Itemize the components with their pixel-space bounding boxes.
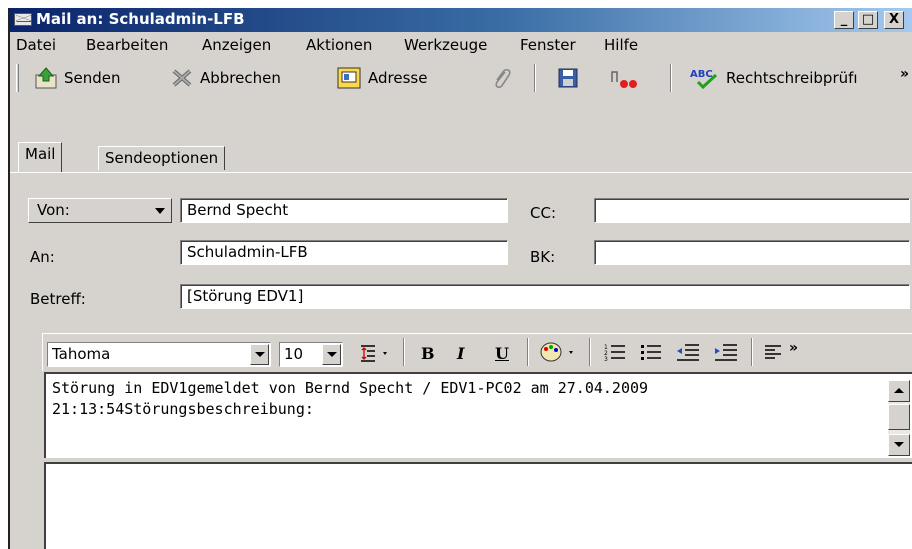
menu-werkzeuge[interactable]: Werkzeuge: [404, 36, 487, 54]
italic-button[interactable]: I: [457, 344, 464, 363]
main-toolbar: Senden Abbrechen Adresse ABC Rechtschrei…: [10, 58, 912, 98]
toolbar-grip[interactable]: [16, 64, 19, 92]
align-left-icon: [765, 345, 781, 359]
bullet-list-button[interactable]: [639, 342, 663, 366]
toolbar-separator: [527, 338, 529, 366]
menu-hilfe[interactable]: Hilfe: [604, 36, 638, 54]
subject-label: Betreff:: [30, 290, 86, 308]
cancel-icon: [172, 69, 192, 87]
toolbar-separator: [534, 64, 536, 92]
chevron-down-icon: [155, 208, 165, 214]
size-select-value: 10: [284, 345, 304, 363]
menu-datei[interactable]: Datei: [16, 36, 56, 54]
to-label: An:: [30, 248, 55, 266]
format-toolbar: Tahoma 10 B I U 1 2 3 »: [42, 333, 912, 371]
outdent-button[interactable]: [675, 342, 701, 366]
send-button[interactable]: Senden: [34, 66, 121, 90]
line-spacing-button[interactable]: [359, 342, 393, 368]
chevron-down-icon[interactable]: [250, 344, 269, 365]
palette-icon: [540, 342, 573, 362]
paperclip-icon: [495, 68, 511, 88]
menu-bar: Datei Bearbeiten Anzeigen Aktionen Werkz…: [10, 34, 912, 56]
toolbar-separator: [403, 338, 405, 366]
scroll-thumb[interactable]: [888, 404, 910, 430]
send-icon: [35, 67, 57, 89]
align-left-button[interactable]: [763, 342, 783, 366]
minimize-button[interactable]: _: [834, 11, 854, 29]
maximize-button[interactable]: □: [858, 11, 878, 29]
tab-sendeoptionen[interactable]: Sendeoptionen: [98, 146, 226, 170]
line-spacing-icon: [361, 345, 387, 362]
svg-text:3: 3: [604, 356, 608, 362]
outdent-icon: [677, 344, 699, 361]
scroll-up-button[interactable]: [888, 380, 910, 402]
chevron-down-icon[interactable]: [322, 344, 341, 365]
close-button[interactable]: X: [884, 11, 904, 29]
underline-button[interactable]: U: [495, 344, 509, 363]
cancel-button[interactable]: Abbrechen: [170, 66, 281, 90]
title-bar[interactable]: Mail an: Schuladmin-LFB _ □ X: [10, 8, 912, 32]
bcc-field[interactable]: [594, 240, 910, 265]
toolbar-separator: [670, 64, 672, 92]
scroll-down-button[interactable]: [888, 434, 910, 456]
check-names-button[interactable]: [606, 66, 640, 90]
numbered-list-button[interactable]: 1 2 3: [603, 342, 627, 366]
size-select[interactable]: 10: [279, 342, 343, 367]
floppy-disk-icon: [558, 68, 578, 88]
svg-text:ABC: ABC: [690, 69, 713, 80]
address-button[interactable]: Adresse: [336, 66, 427, 90]
cc-field[interactable]: [594, 198, 910, 223]
numbered-list-icon: 1 2 3: [604, 344, 625, 363]
menu-aktionen[interactable]: Aktionen: [306, 36, 372, 54]
spellcheck-button[interactable]: ABC Rechtschreibprüfı: [688, 66, 858, 90]
envelope-icon: [14, 13, 32, 26]
bullet-list-icon: [641, 345, 661, 360]
font-select-value: Tahoma: [52, 345, 111, 363]
from-dropdown[interactable]: Von:: [28, 198, 172, 223]
menu-anzeigen[interactable]: Anzeigen: [202, 36, 271, 54]
mail-window: Mail an: Schuladmin-LFB _ □ X Datei Bear…: [8, 8, 912, 549]
toolbar-separator: [751, 338, 753, 366]
check-names-icon: [611, 71, 637, 88]
spellcheck-icon: ABC: [690, 69, 718, 90]
to-field[interactable]: Schuladmin-LFB: [180, 240, 508, 265]
from-field[interactable]: Bernd Specht: [180, 198, 508, 223]
toolbar-overflow-button[interactable]: »: [900, 66, 909, 82]
from-label: Von:: [37, 201, 70, 219]
message-text: Störung in EDV1gemeldet von Bernd Specht…: [52, 379, 649, 418]
menu-bearbeiten[interactable]: Bearbeiten: [86, 36, 168, 54]
address-book-icon: [337, 67, 361, 89]
cc-label: CC:: [530, 204, 557, 222]
vertical-scrollbar[interactable]: [888, 380, 910, 456]
indent-icon: [715, 344, 737, 361]
indent-button[interactable]: [713, 342, 739, 366]
tab-divider: [10, 172, 912, 173]
menu-fenster[interactable]: Fenster: [520, 36, 576, 54]
save-button[interactable]: [556, 66, 580, 90]
subject-field[interactable]: [Störung EDV1]: [180, 284, 910, 309]
font-color-button[interactable]: [539, 340, 579, 370]
toolbar-separator: [589, 338, 591, 366]
font-select[interactable]: Tahoma: [47, 342, 271, 367]
bcc-label: BK:: [530, 248, 556, 266]
format-overflow-button[interactable]: »: [789, 340, 798, 356]
window-title: Mail an: Schuladmin-LFB: [36, 10, 245, 28]
tab-strip: Mail Sendeoptionen: [10, 142, 912, 172]
message-body-area[interactable]: [44, 462, 912, 549]
message-textbox[interactable]: Störung in EDV1gemeldet von Bernd Specht…: [44, 372, 912, 458]
attach-button[interactable]: [490, 66, 512, 90]
bold-button[interactable]: B: [421, 344, 435, 363]
tab-mail[interactable]: Mail: [18, 142, 63, 172]
